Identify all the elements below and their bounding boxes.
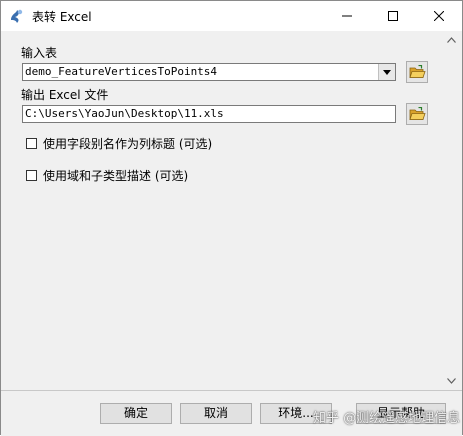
chevron-down-icon	[383, 69, 391, 75]
chevron-down-icon	[447, 377, 456, 384]
browse-output-button[interactable]	[406, 103, 428, 125]
ok-button[interactable]: 确定	[100, 403, 172, 424]
scroll-up-button[interactable]	[443, 31, 460, 48]
close-button[interactable]	[416, 1, 462, 31]
domain-subtype-checkbox[interactable]	[26, 170, 37, 181]
output-excel-label: 输出 Excel 文件	[21, 88, 109, 102]
field-alias-checkbox[interactable]	[26, 138, 37, 149]
watermark-text: 知乎 @测绘遥感地理信息	[313, 411, 461, 426]
domain-subtype-label: 使用域和子类型描述 (可选)	[43, 169, 189, 183]
chevron-up-icon	[447, 36, 456, 43]
checkbox-row-domain[interactable]: 使用域和子类型描述 (可选)	[26, 167, 188, 184]
checkbox-row-field-alias[interactable]: 使用字段别名作为列标题 (可选)	[26, 135, 212, 152]
output-excel-value: C:\Users\YaoJun\Desktop\11.xls	[25, 107, 224, 120]
maximize-button[interactable]	[370, 1, 416, 31]
open-folder-icon	[408, 65, 426, 78]
open-folder-icon	[408, 107, 426, 120]
window-title: 表转 Excel	[32, 9, 92, 24]
vertical-scrollbar[interactable]	[442, 31, 461, 389]
field-alias-label: 使用字段别名作为列标题 (可选)	[43, 137, 213, 151]
scroll-down-button[interactable]	[443, 372, 460, 389]
minimize-button[interactable]	[324, 1, 370, 31]
maximize-icon	[388, 11, 398, 21]
title-bar[interactable]: 表转 Excel	[1, 1, 462, 31]
tool-parameters-panel: 输入表 demo_FeatureVerticesToPoints4 输出 Exc…	[2, 31, 442, 389]
browse-input-button[interactable]	[406, 61, 428, 83]
input-table-value: demo_FeatureVerticesToPoints4	[25, 65, 218, 78]
output-excel-field[interactable]: C:\Users\YaoJun\Desktop\11.xls	[22, 105, 396, 123]
arcgis-tool-icon	[11, 9, 23, 23]
cancel-button[interactable]: 取消	[180, 403, 252, 424]
minimize-icon	[342, 15, 352, 17]
input-table-combobox[interactable]: demo_FeatureVerticesToPoints4	[22, 63, 396, 81]
close-icon	[434, 11, 444, 21]
input-table-label: 输入表	[21, 46, 58, 60]
dropdown-arrow-button[interactable]	[378, 64, 395, 80]
tool-dialog-window: 表转 Excel 输入表 demo_FeatureVerticesToPoint…	[0, 0, 463, 436]
